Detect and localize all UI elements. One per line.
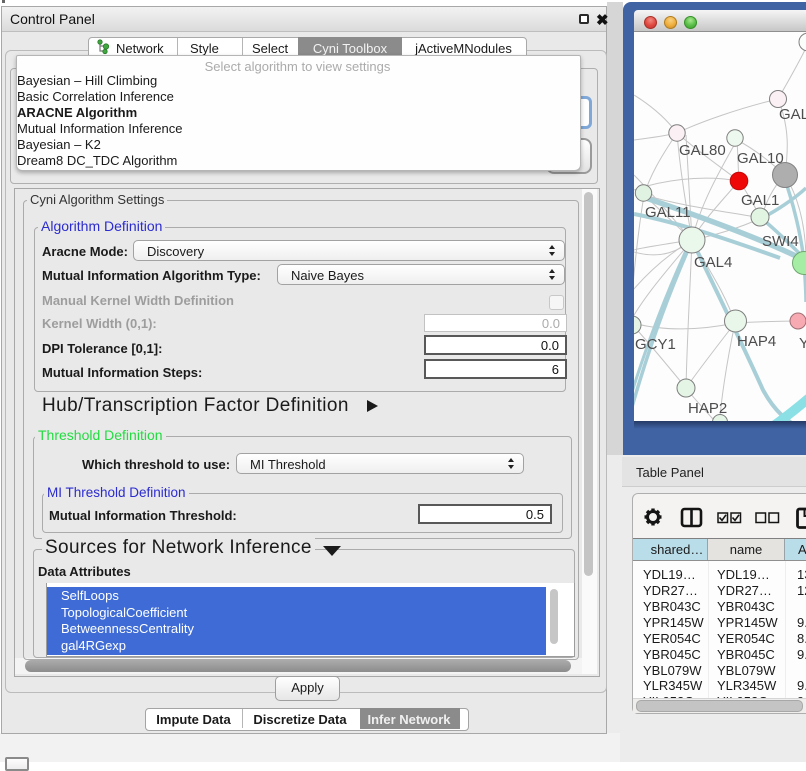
- svg-text:GAL10: GAL10: [737, 150, 784, 167]
- svg-text:HAP2: HAP2: [688, 400, 727, 417]
- svg-text:GAL11: GAL11: [645, 204, 691, 221]
- svg-text:GCY1: GCY1: [635, 336, 676, 353]
- svg-text:GAL2: GAL2: [779, 106, 806, 123]
- svg-text:GAL1: GAL1: [741, 192, 779, 209]
- svg-text:HAP4: HAP4: [737, 333, 776, 350]
- svg-text:GAL4: GAL4: [694, 254, 732, 271]
- svg-text:SWI4: SWI4: [762, 233, 799, 250]
- svg-text:GAL80: GAL80: [679, 142, 726, 159]
- svg-text:YER: YER: [799, 335, 806, 352]
